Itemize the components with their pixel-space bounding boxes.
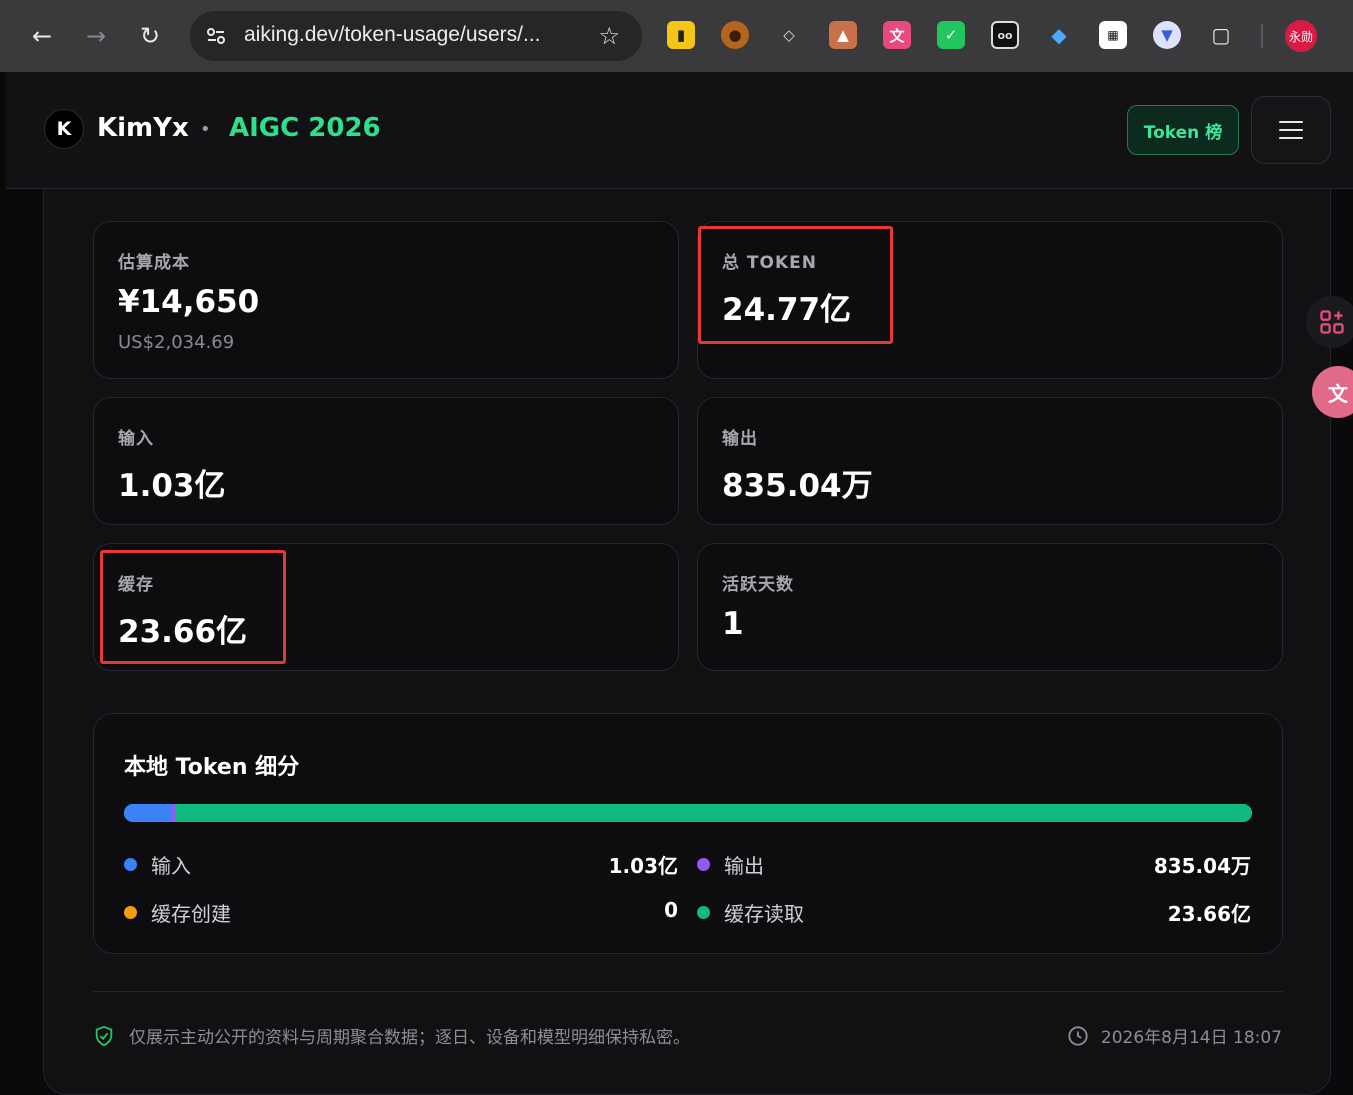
token-leaderboard-button[interactable]: Token 榜: [1127, 105, 1239, 155]
apps-grid-icon: [1320, 310, 1344, 334]
logo-mark[interactable]: K: [44, 109, 84, 149]
diamond-extension-icon[interactable]: ◆: [1045, 21, 1073, 49]
apps-grid-floating-button[interactable]: [1306, 296, 1353, 348]
legend-item-input: 输入: [124, 850, 191, 879]
hamburger-icon-line: [1279, 121, 1303, 123]
extension-icon-3[interactable]: ◇: [775, 21, 803, 49]
legend-dot: [124, 906, 137, 919]
breakdown-title: 本地 Token 细分: [124, 755, 300, 780]
bar-segment-cache-read: [175, 804, 1252, 822]
legend-dot: [697, 858, 710, 871]
token-breakdown-card: 本地 Token 细分 输入 1.03亿 输出 835.04万 缓存创建 0 缓…: [93, 713, 1283, 954]
stat-value: 835.04万: [722, 468, 873, 504]
toolbar-divider: [1261, 24, 1263, 48]
hamburger-icon-line: [1279, 129, 1303, 131]
site-header: K KimYx • AIGC 2026 Token 榜: [6, 72, 1353, 189]
forward-icon[interactable]: →: [76, 16, 116, 56]
url-text: aiking.dev/token-usage/users/...: [244, 23, 541, 46]
profile-avatar[interactable]: 永勋: [1285, 20, 1317, 52]
stat-value: 1.03亿: [118, 468, 226, 504]
highlight-box-total-token: [698, 226, 893, 344]
highlight-box-cache: [100, 550, 286, 664]
legend-label: 输入: [151, 854, 191, 878]
bookmark-star-icon[interactable]: ☆: [598, 22, 620, 50]
bar-segment-input: [124, 804, 172, 822]
legend-value: 1.03亿: [608, 854, 678, 878]
extensions-puzzle-icon[interactable]: ▢: [1207, 21, 1235, 49]
stat-value: ¥14,650: [118, 284, 260, 320]
legend-dot: [697, 906, 710, 919]
usage-panel: 估算成本 ¥14,650 US$2,034.69 总 TOKEN 24.77亿 …: [43, 189, 1331, 1095]
last-updated: 2026年8月14日 18:07: [1067, 1023, 1282, 1048]
stat-card-input: 输入 1.03亿: [93, 397, 679, 525]
translate-extension-icon[interactable]: 文: [883, 21, 911, 49]
stat-card-active-days: 活跃天数 1: [697, 543, 1283, 671]
legend-item-output: 输出: [697, 850, 764, 879]
back-icon[interactable]: ←: [22, 16, 62, 56]
privacy-note-text: 仅展示主动公开的资料与周期聚合数据；逐日、设备和模型明细保持私密。: [129, 1028, 690, 1048]
timestamp-text: 2026年8月14日 18:07: [1100, 1028, 1282, 1048]
stat-card-cost: 估算成本 ¥14,650 US$2,034.69: [93, 221, 679, 379]
extension-icon-10[interactable]: ▼: [1153, 21, 1181, 49]
menu-button[interactable]: [1251, 96, 1331, 164]
footer-divider: [93, 991, 1283, 992]
brand-name[interactable]: KimYx: [97, 113, 189, 143]
stat-label: 输出: [722, 429, 758, 449]
cookie-extension-icon[interactable]: ●: [721, 21, 749, 49]
stat-label: 输入: [118, 429, 154, 449]
stat-label: 活跃天数: [722, 575, 794, 595]
address-bar[interactable]: aiking.dev/token-usage/users/... ☆: [190, 11, 642, 61]
stat-card-output: 输出 835.04万: [697, 397, 1283, 525]
token-breakdown-bar: [124, 804, 1252, 822]
browser-toolbar: ← → ↻ aiking.dev/token-usage/users/... ☆…: [0, 0, 1353, 72]
shield-check-icon: [95, 1025, 113, 1046]
hamburger-icon-line: [1279, 137, 1303, 139]
translate-icon: 文: [1328, 381, 1348, 406]
legend-label: 缓存创建: [151, 902, 231, 926]
stat-subvalue: US$2,034.69: [118, 332, 235, 353]
glasses-extension-icon[interactable]: oo: [991, 21, 1019, 49]
legend-item-cache-create: 缓存创建: [124, 898, 231, 927]
stat-value: 1: [722, 606, 744, 642]
reload-icon[interactable]: ↻: [130, 16, 170, 56]
legend-item-cache-read: 缓存读取: [697, 898, 804, 927]
legend-dot: [124, 858, 137, 871]
extension-icon-1[interactable]: ▮: [667, 21, 695, 49]
event-title: AIGC 2026: [229, 113, 381, 143]
privacy-note: 仅展示主动公开的资料与周期聚合数据；逐日、设备和模型明细保持私密。: [93, 1023, 690, 1048]
qr-code-extension-icon[interactable]: ▦: [1099, 21, 1127, 49]
extension-icon-4[interactable]: ▲: [829, 21, 857, 49]
legend-value: 835.04万: [1153, 854, 1251, 878]
legend-value: 0: [664, 898, 678, 922]
legend-label: 缓存读取: [724, 902, 804, 926]
brand-separator: •: [200, 119, 211, 140]
stat-label: 估算成本: [118, 253, 190, 273]
clock-icon: [1068, 1025, 1088, 1046]
check-extension-icon[interactable]: ✓: [937, 21, 965, 49]
legend-value: 23.66亿: [1167, 902, 1251, 926]
legend-label: 输出: [724, 854, 764, 878]
site-settings-icon[interactable]: [204, 24, 228, 48]
